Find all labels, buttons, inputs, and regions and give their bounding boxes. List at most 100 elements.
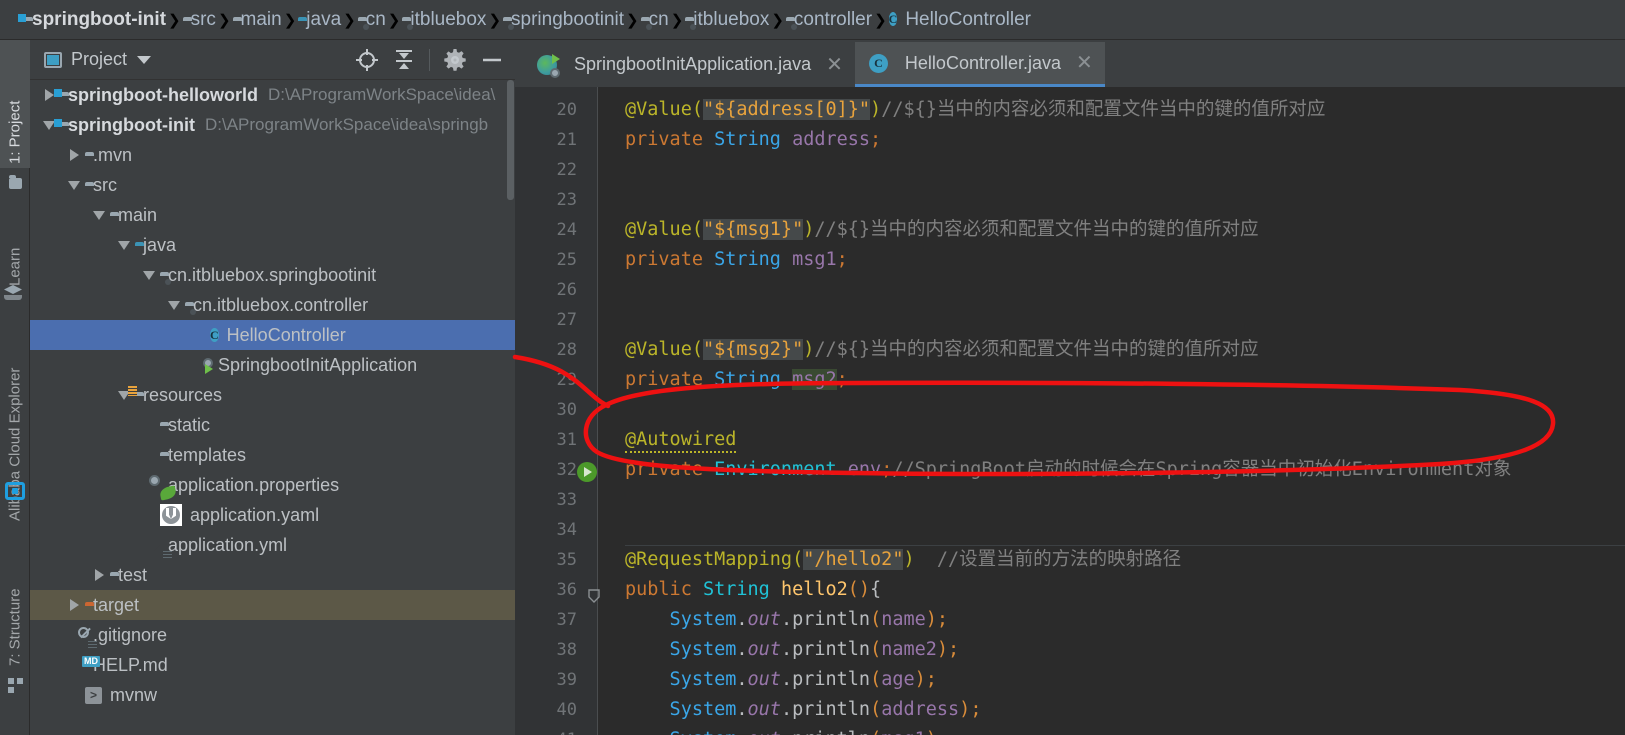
code-line-34[interactable]: 34 (515, 515, 1625, 545)
tree-node-target[interactable]: target (30, 590, 515, 620)
breadcrumb-item-label: controller (793, 8, 873, 30)
tool-tab-project[interactable]: 1: Project (0, 40, 30, 168)
code-token: "${address[0]}" (702, 99, 871, 120)
fold-region-icon[interactable] (587, 585, 601, 603)
bean-nav-icon[interactable] (577, 462, 597, 482)
editor-tab-springbootinitapplication[interactable]: SpringbootInitApplication.java ✕ (523, 42, 855, 87)
breadcrumb-item-java[interactable]: java (296, 0, 343, 40)
code-line-32[interactable]: 32 private Environment env;//SpringBoot启动… (515, 455, 1625, 485)
code-line-37[interactable]: 37 System.out.println(name); (515, 605, 1625, 635)
close-icon[interactable]: ✕ (1076, 53, 1093, 73)
tree-node-src[interactable]: src (30, 170, 515, 200)
code-line-25[interactable]: 25 private String msg1; (515, 245, 1625, 275)
tool-tab-structure[interactable]: 7: Structure (0, 550, 30, 670)
code-text: public String hello2(){ (625, 575, 881, 605)
gear-icon[interactable] (438, 45, 472, 75)
breadcrumb-item-label: cn (365, 8, 386, 30)
tree-node-label: springboot-init (68, 114, 195, 135)
tree-node-test[interactable]: test (30, 560, 515, 590)
locate-icon[interactable] (350, 45, 384, 75)
tree-node-resources[interactable]: resources (30, 380, 515, 410)
line-number: 39 (556, 670, 577, 690)
editor-tab-hellocontroller[interactable]: C HelloController.java ✕ (854, 42, 1105, 87)
breadcrumb-item-itbluebox[interactable]: itbluebox (683, 0, 771, 40)
minimize-icon[interactable] (475, 45, 509, 75)
breadcrumb-item-src[interactable]: src (181, 0, 218, 40)
breadcrumb-item-cn[interactable]: cn (639, 0, 671, 40)
line-number: 23 (556, 190, 577, 210)
tree-node-main[interactable]: main (30, 200, 515, 230)
tree-node-application-properties[interactable]: application.properties (30, 470, 515, 501)
code-line-29[interactable]: 29 private String msg2; (515, 365, 1625, 395)
collapse-arrow-icon[interactable] (113, 230, 135, 260)
code-line-28[interactable]: 28 @Value("${msg2}")//${}当中的内容必须和配置文件当中的键… (515, 335, 1625, 365)
collapse-arrow-icon[interactable] (63, 170, 85, 200)
code-token: String (714, 129, 793, 150)
code-line-24[interactable]: 24 @Value("${msg1}")//${}当中的内容必须和配置文件当中的键… (515, 215, 1625, 245)
tree-node-springbootinitapplication[interactable]: SpringbootInitApplication (30, 350, 515, 380)
tree-node-help-md[interactable]: MD HELP.md (30, 650, 515, 680)
project-tree[interactable]: springboot-helloworld D:\AProgramWorkSpac… (30, 80, 515, 735)
tree-node-label: main (118, 204, 158, 225)
project-tree-scrollbar[interactable] (507, 80, 514, 200)
tree-node-application-yaml[interactable]: application.yaml (30, 500, 515, 530)
breadcrumb-item-controller[interactable]: controller (784, 0, 874, 40)
breadcrumb-item-hellocontroller[interactable]: C HelloController (887, 0, 1033, 40)
code-line-35[interactable]: 35 @RequestMapping("/hello2") //设置当前的方法的映… (515, 545, 1625, 575)
breadcrumb-item-itbluebox[interactable]: itbluebox (400, 0, 488, 40)
code-line-19[interactable]: 19 (515, 87, 1625, 95)
tree-node-java[interactable]: java (30, 230, 515, 260)
code-line-21[interactable]: 21 private String address; (515, 125, 1625, 155)
tree-node-application-yml[interactable]: application.yml (30, 530, 515, 560)
tool-tab-learn[interactable]: Learn (0, 208, 30, 290)
close-icon[interactable]: ✕ (826, 55, 843, 75)
breadcrumb-item-cn[interactable]: cn (356, 0, 388, 40)
code-token: //${}当中的内容必须和配置文件当中的键的值所对应 (881, 99, 1326, 120)
code-line-36[interactable]: 36 public String hello2(){ (515, 575, 1625, 605)
code-token: println (792, 639, 871, 660)
code-line-30[interactable]: 30 (515, 395, 1625, 425)
breadcrumb-item-springboot-init[interactable]: springboot-init (22, 0, 168, 40)
code-line-33[interactable]: 33 (515, 485, 1625, 515)
code-text: @Value("${address[0]}")//${}当中的内容必须和配置文件… (625, 95, 1325, 125)
code-line-31[interactable]: 31 @Autowired (515, 425, 1625, 455)
code-line-27[interactable]: 27 (515, 305, 1625, 335)
code-token: private (625, 369, 715, 390)
expand-arrow-icon[interactable] (63, 140, 85, 170)
tree-node-springboot-init[interactable]: springboot-init D:\AProgramWorkSpace\idea… (30, 110, 515, 140)
code-line-23[interactable]: 23 (515, 185, 1625, 215)
code-line-40[interactable]: 40 System.out.println(address); (515, 695, 1625, 725)
code-line-39[interactable]: 39 System.out.println(age); (515, 665, 1625, 695)
collapse-all-icon[interactable] (387, 45, 421, 75)
tree-node-cn-itbluebox-controller[interactable]: cn.itbluebox.controller (30, 290, 515, 320)
code-line-26[interactable]: 26 (515, 275, 1625, 305)
code-token: System (625, 729, 737, 735)
project-tool-window: Project springboot-helloworld D:\AProgra… (30, 40, 515, 735)
code-token: String (702, 579, 781, 600)
code-editor[interactable]: 1920@Value("${address[0]}")//${}当中的内容必须和… (515, 87, 1625, 735)
tree-node-label: application.yaml (190, 504, 320, 525)
tree-node-cn-itbluebox-springbootinit[interactable]: cn.itbluebox.springbootinit (30, 260, 515, 290)
expand-arrow-icon[interactable] (88, 560, 110, 590)
tree-node--gitignore[interactable]: .gitignore (30, 620, 515, 650)
editor-tab-label: SpringbootInitApplication.java (574, 54, 812, 74)
code-line-20[interactable]: 20 @Value("${address[0]}")//${}当中的内容必须和配置… (515, 95, 1625, 125)
tree-node-mvnw[interactable]: > mvnw (30, 680, 515, 710)
breadcrumb-item-springbootinit[interactable]: springbootinit (501, 0, 626, 40)
collapse-arrow-icon[interactable] (88, 200, 110, 230)
expand-arrow-icon[interactable] (63, 590, 85, 620)
tool-tab-favorites[interactable]: ites (0, 718, 30, 735)
tree-node-templates[interactable]: templates (30, 440, 515, 470)
tree-node-springboot-helloworld[interactable]: springboot-helloworld D:\AProgramWorkSpac… (30, 80, 515, 110)
code-line-38[interactable]: 38 System.out.println(name2); (515, 635, 1625, 665)
tree-node-path: D:\AProgramWorkSpace\idea\springb (204, 115, 489, 134)
chevron-down-icon[interactable] (137, 55, 152, 64)
code-line-22[interactable]: 22 (515, 155, 1625, 185)
collapse-arrow-icon[interactable] (163, 290, 185, 320)
tree-node--mvn[interactable]: .mvn (30, 140, 515, 170)
tree-node-static[interactable]: static (30, 410, 515, 440)
code-line-41[interactable]: 41 System.out.println(msg1); (515, 725, 1625, 735)
breadcrumb-item-main[interactable]: main (231, 0, 284, 40)
collapse-arrow-icon[interactable] (138, 260, 160, 290)
tree-node-hellocontroller[interactable]: C HelloController (30, 320, 515, 350)
